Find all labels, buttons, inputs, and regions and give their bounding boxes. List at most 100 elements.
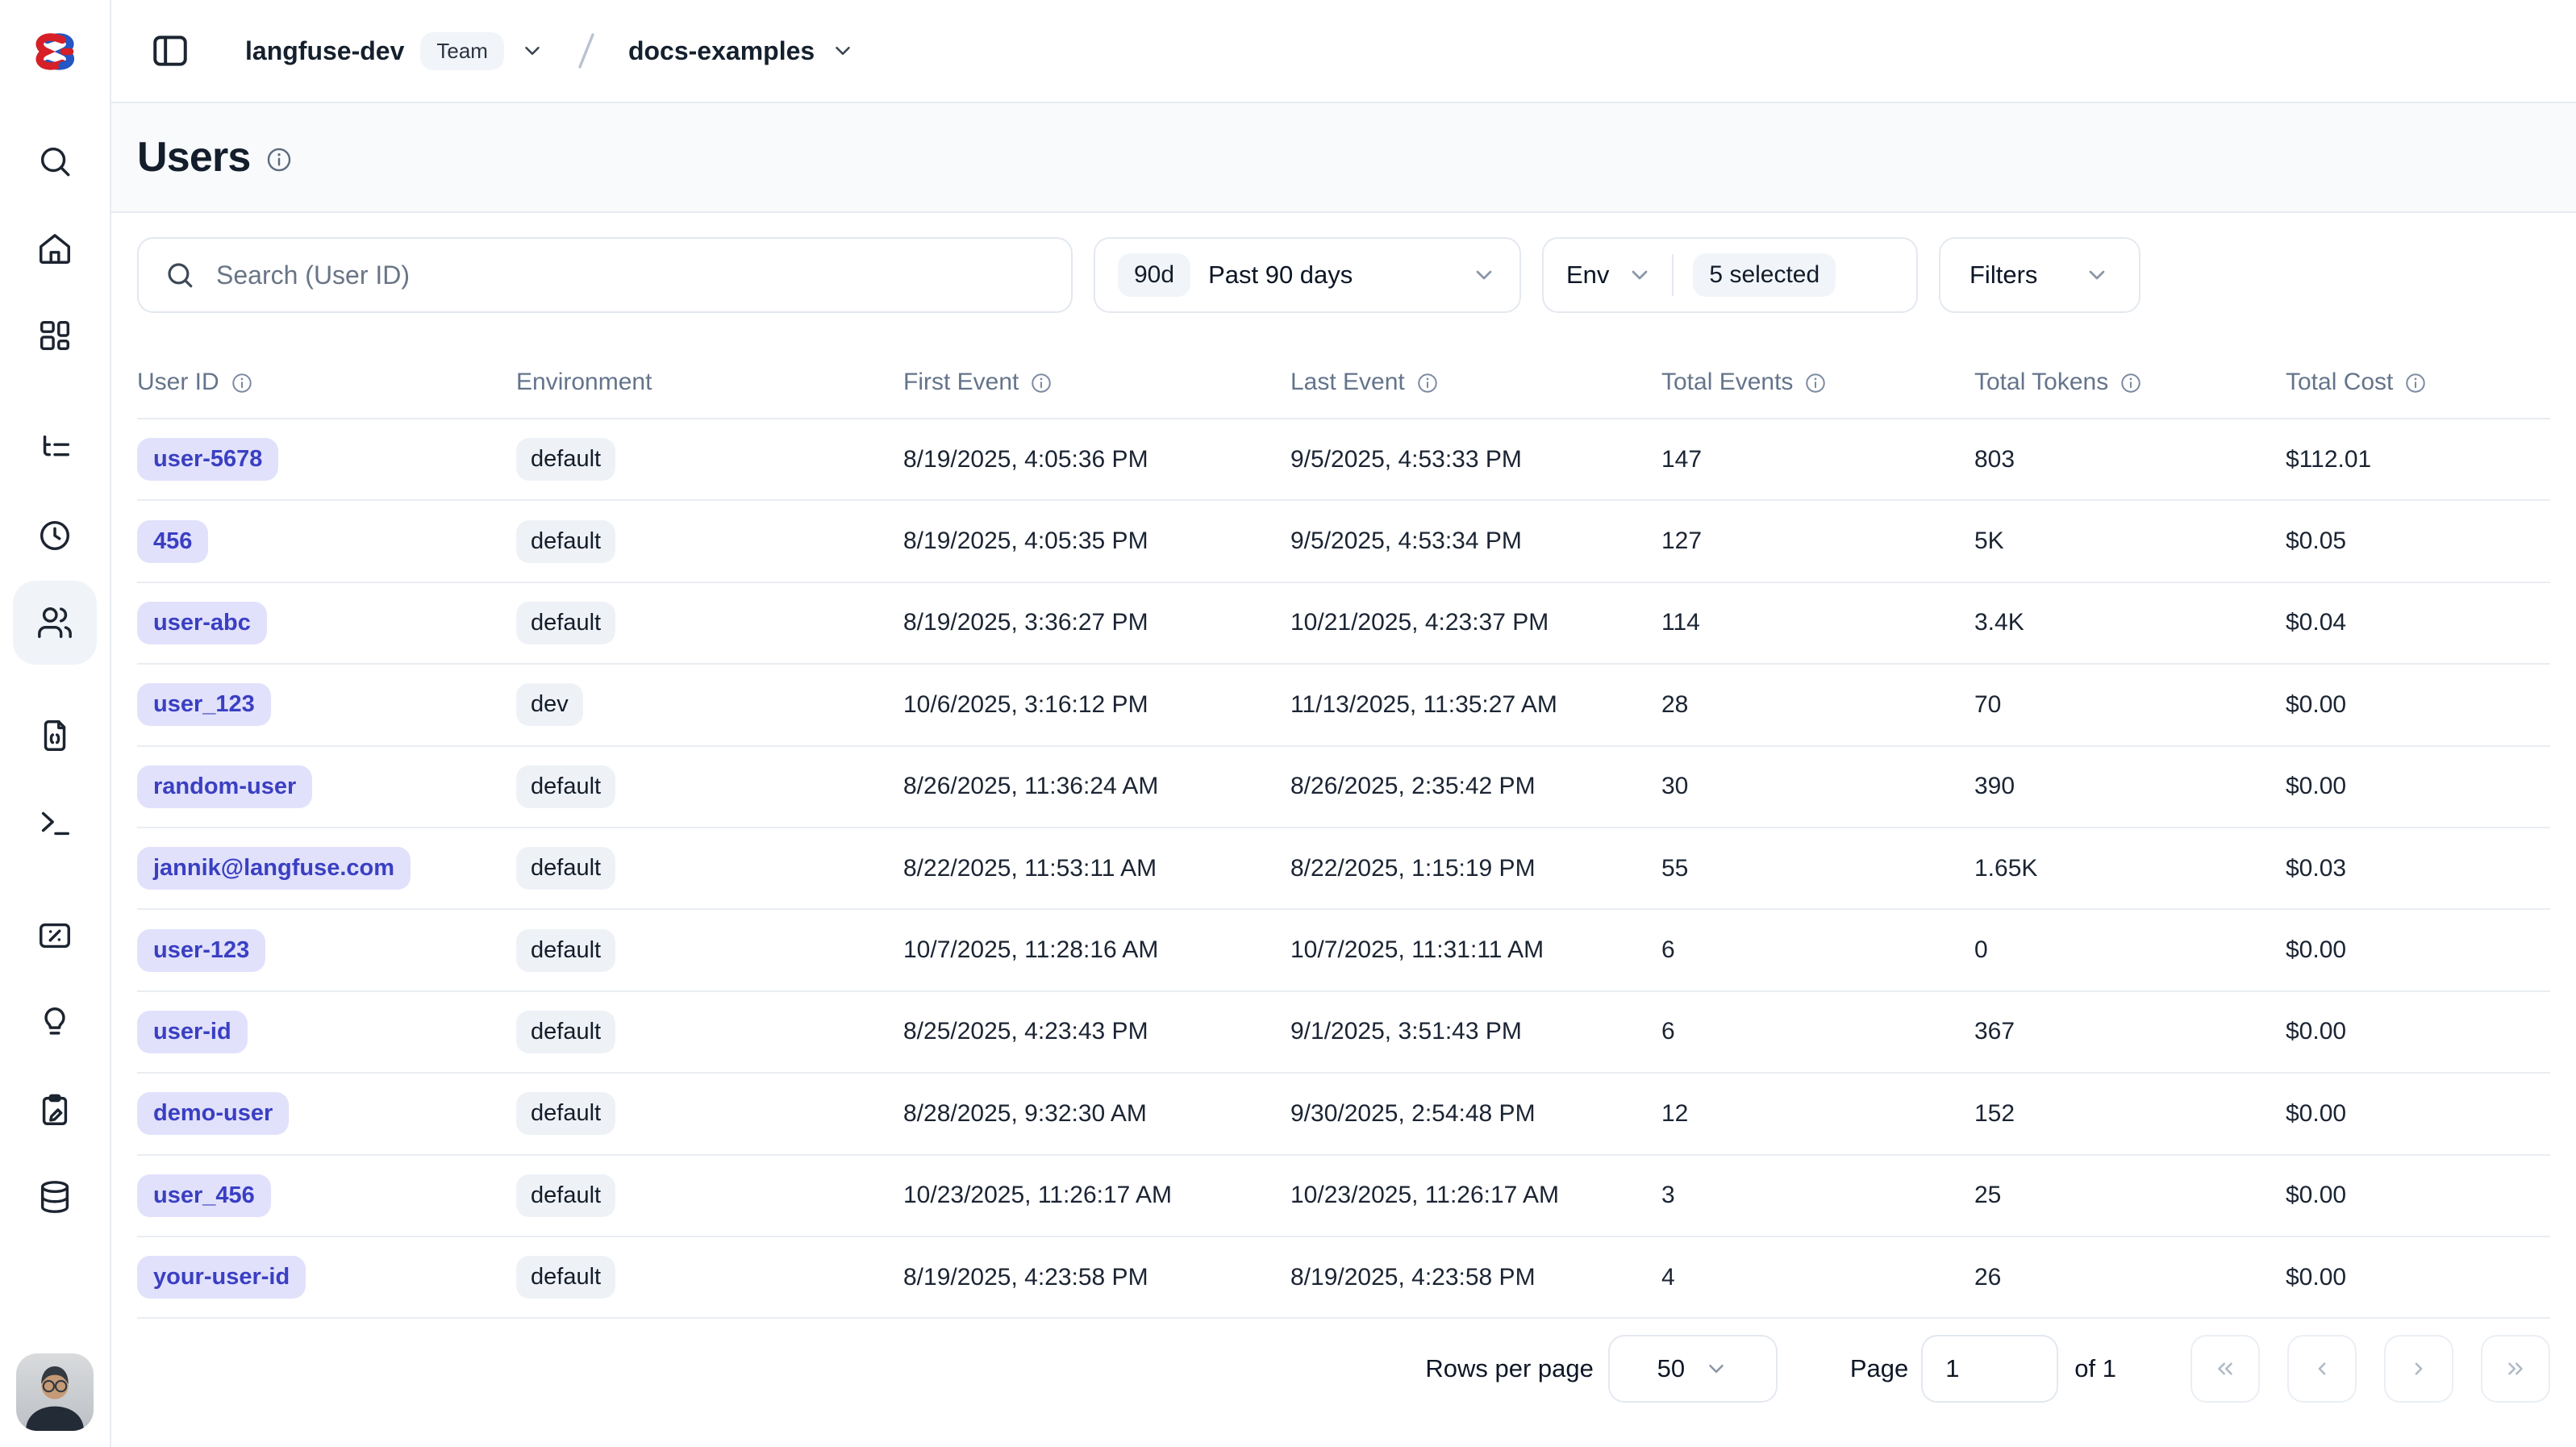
column-header[interactable]: Total Tokens <box>1974 369 2286 396</box>
user-id-badge[interactable]: 456 <box>137 520 208 563</box>
previous-page-button[interactable] <box>2287 1335 2357 1403</box>
total-cost-cell: $0.00 <box>2286 691 2550 719</box>
user-id-badge[interactable]: your-user-id <box>137 1256 306 1299</box>
sidebar-item-datasets[interactable] <box>13 1155 97 1239</box>
search-input[interactable] <box>216 261 1045 290</box>
user-avatar[interactable] <box>16 1353 94 1431</box>
column-header[interactable]: Total Cost <box>2286 369 2550 396</box>
app-window: langfuse-dev Team docs-examples Users <box>0 0 2576 1447</box>
date-range-label: Past 90 days <box>1208 261 1353 290</box>
column-header[interactable]: Last Event <box>1290 369 1661 396</box>
last-event-cell: 8/26/2025, 2:35:42 PM <box>1290 773 1661 800</box>
total-tokens-cell: 26 <box>1974 1264 2286 1291</box>
sidebar-item-annotation[interactable] <box>13 1068 97 1152</box>
table-row[interactable]: user-123 default 10/7/2025, 11:28:16 AM … <box>137 910 2550 991</box>
lightbulb-icon <box>36 1004 73 1041</box>
page-title-info-icon[interactable] <box>265 146 293 173</box>
search-box[interactable] <box>137 237 1073 313</box>
table-row[interactable]: your-user-id default 8/19/2025, 4:23:58 … <box>137 1237 2550 1319</box>
column-header[interactable]: User ID <box>137 369 516 396</box>
user-id-badge[interactable]: user_123 <box>137 683 271 726</box>
first-event-cell: 8/22/2025, 11:53:11 AM <box>903 855 1290 882</box>
total-tokens-cell: 3.4K <box>1974 609 2286 636</box>
next-page-button[interactable] <box>2384 1335 2453 1403</box>
langfuse-logo[interactable] <box>0 0 110 103</box>
sidebar-toggle-button[interactable] <box>150 31 190 71</box>
page-number-input[interactable] <box>1921 1335 2058 1403</box>
last-event-cell: 11/13/2025, 11:35:27 AM <box>1290 691 1661 719</box>
table-row[interactable]: 456 default 8/19/2025, 4:05:35 PM 9/5/20… <box>137 501 2550 582</box>
first-event-cell: 8/19/2025, 4:23:58 PM <box>903 1264 1290 1291</box>
org-name[interactable]: langfuse-dev <box>245 36 404 66</box>
sidebar-item-prompts[interactable] <box>13 694 97 778</box>
table-row[interactable]: jannik@langfuse.com default 8/22/2025, 1… <box>137 828 2550 910</box>
table-row[interactable]: user_456 default 10/23/2025, 11:26:17 AM… <box>137 1156 2550 1237</box>
table-row[interactable]: demo-user default 8/28/2025, 9:32:30 AM … <box>137 1074 2550 1155</box>
sidebar-item-tracing[interactable] <box>13 407 97 490</box>
rows-per-page-select[interactable]: 50 <box>1608 1335 1778 1403</box>
total-events-cell: 127 <box>1661 528 1974 555</box>
info-icon <box>1416 372 1439 394</box>
user-id-badge[interactable]: random-user <box>137 765 312 808</box>
page-header: Users <box>111 103 2576 213</box>
table-row[interactable]: user-id default 8/25/2025, 4:23:43 PM 9/… <box>137 992 2550 1074</box>
environment-badge: default <box>516 1011 615 1053</box>
first-event-cell: 8/25/2025, 4:23:43 PM <box>903 1018 1290 1045</box>
clock-icon <box>36 517 73 554</box>
total-events-cell: 55 <box>1661 855 1974 882</box>
column-header-label: Total Cost <box>2286 369 2393 396</box>
project-name[interactable]: docs-examples <box>628 36 815 66</box>
dashboard-icon <box>36 317 73 354</box>
chevrons-left-icon <box>2213 1357 2237 1381</box>
table-row[interactable]: user-abc default 8/19/2025, 3:36:27 PM 1… <box>137 583 2550 665</box>
user-id-badge[interactable]: user-abc <box>137 602 267 644</box>
sidebar-item-sessions[interactable] <box>13 494 97 578</box>
org-switcher-button[interactable] <box>520 39 544 63</box>
date-range-button[interactable]: 90d Past 90 days <box>1094 237 1521 313</box>
chevron-down-icon <box>520 39 544 63</box>
project-switcher-button[interactable] <box>831 39 855 63</box>
filters-button[interactable]: Filters <box>1939 237 2140 313</box>
first-page-button[interactable] <box>2190 1335 2260 1403</box>
last-page-button[interactable] <box>2481 1335 2550 1403</box>
env-filter-button[interactable]: Env 5 selected <box>1542 237 1918 313</box>
user-id-badge[interactable]: user_456 <box>137 1174 271 1217</box>
total-tokens-cell: 152 <box>1974 1100 2286 1128</box>
sidebar-item-search[interactable] <box>13 119 97 203</box>
avatar-photo <box>16 1353 94 1431</box>
user-id-badge[interactable]: demo-user <box>137 1092 289 1135</box>
info-icon <box>231 372 253 394</box>
sidebar-item-insights[interactable] <box>13 981 97 1065</box>
first-event-cell: 8/19/2025, 4:05:36 PM <box>903 446 1290 473</box>
user-id-badge[interactable]: jannik@langfuse.com <box>137 847 411 890</box>
total-cost-cell: $0.04 <box>2286 609 2550 636</box>
search-icon <box>165 260 195 290</box>
user-id-badge[interactable]: user-id <box>137 1011 248 1053</box>
user-id-badge[interactable]: user-123 <box>137 929 265 972</box>
date-range-badge: 90d <box>1118 253 1190 297</box>
main-area: langfuse-dev Team docs-examples Users <box>111 0 2576 1447</box>
total-tokens-cell: 0 <box>1974 936 2286 964</box>
environment-badge: default <box>516 602 615 644</box>
env-label: Env <box>1566 261 1609 290</box>
sidebar-item-users[interactable] <box>13 581 97 665</box>
last-event-cell: 9/1/2025, 3:51:43 PM <box>1290 1018 1661 1045</box>
environment-badge: default <box>516 929 615 972</box>
user-id-badge[interactable]: user-5678 <box>137 438 278 481</box>
filters-chevron <box>2084 262 2110 288</box>
info-icon <box>2120 372 2142 394</box>
environment-badge: default <box>516 1174 615 1217</box>
sidebar-item-playground[interactable] <box>13 781 97 865</box>
column-header[interactable]: Total Events <box>1661 369 1974 396</box>
sidebar-item-home[interactable] <box>13 206 97 290</box>
column-header[interactable]: Environment <box>516 369 903 396</box>
total-tokens-cell: 390 <box>1974 773 2286 800</box>
total-events-cell: 12 <box>1661 1100 1974 1128</box>
sidebar-item-dashboards[interactable] <box>13 294 97 377</box>
column-header[interactable]: First Event <box>903 369 1290 396</box>
table-row[interactable]: random-user default 8/26/2025, 11:36:24 … <box>137 747 2550 828</box>
table-row[interactable]: user-5678 default 8/19/2025, 4:05:36 PM … <box>137 419 2550 501</box>
environment-badge: default <box>516 1092 615 1135</box>
table-row[interactable]: user_123 dev 10/6/2025, 3:16:12 PM 11/13… <box>137 665 2550 746</box>
sidebar-item-evaluation[interactable] <box>13 894 97 978</box>
